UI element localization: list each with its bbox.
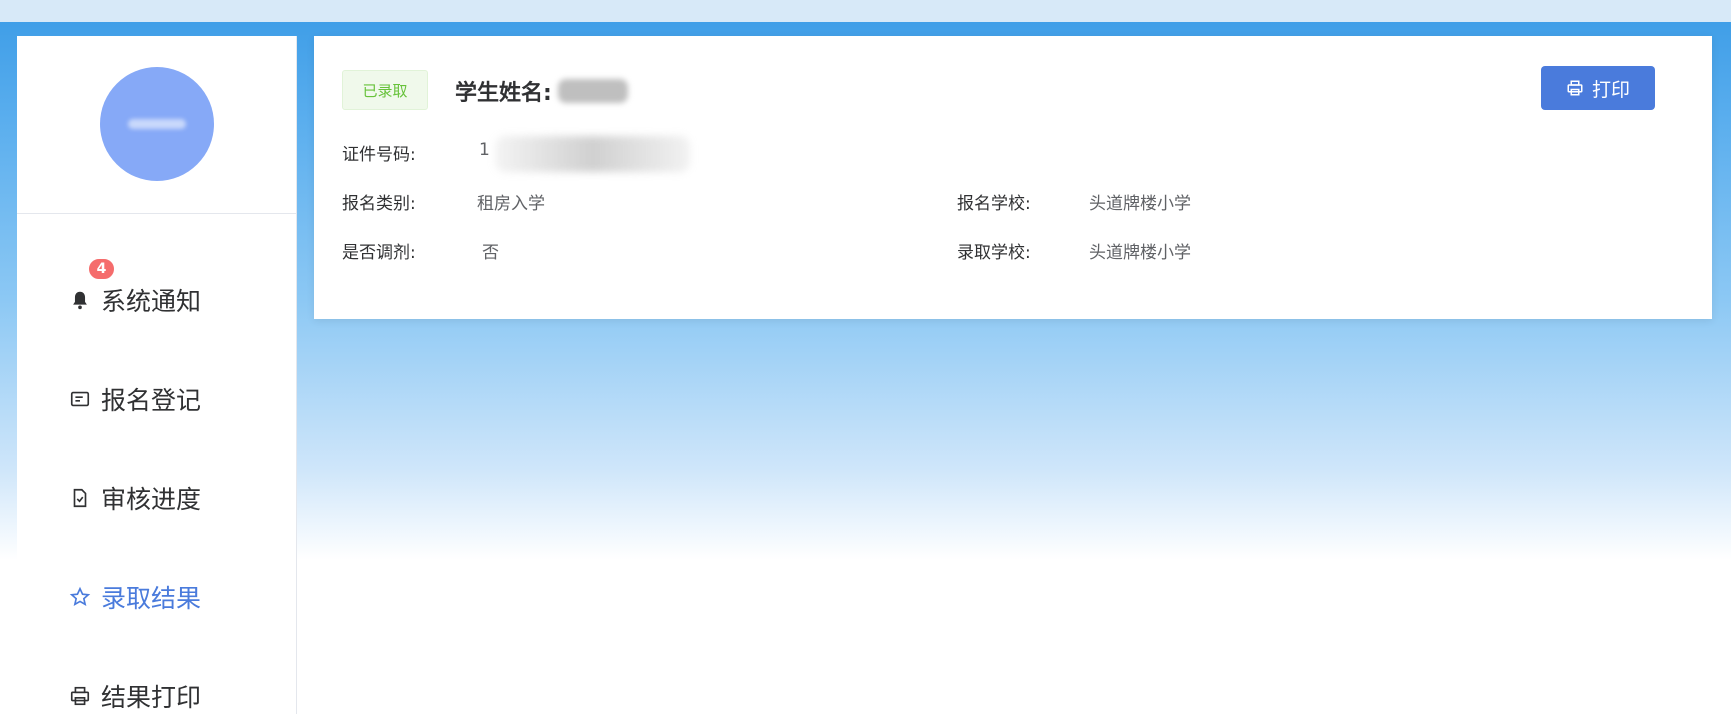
star-icon — [69, 586, 91, 608]
sidebar-item-review-progress[interactable]: 审核进度 — [69, 480, 201, 516]
sidebar-item-notifications[interactable]: 系统通知 — [69, 282, 201, 318]
sidebar-item-label: 系统通知 — [101, 287, 202, 316]
adjust-value: 否 — [482, 243, 499, 263]
sidebar: 4 系统通知 报名登记 审核进度 录取结果 结果打印 — [17, 36, 297, 714]
printer-icon — [69, 685, 91, 707]
student-name-label: 学生姓名: — [455, 81, 552, 106]
sidebar-item-registration[interactable]: 报名登记 — [69, 381, 201, 417]
avatar-redacted-text — [128, 119, 186, 129]
id-number-redacted — [495, 136, 690, 172]
notification-badge: 4 — [88, 258, 115, 280]
id-card-icon — [69, 388, 91, 410]
sidebar-item-label: 录取结果 — [101, 584, 202, 613]
document-check-icon — [69, 487, 91, 509]
id-number-value: 1 — [479, 140, 490, 160]
printer-icon — [1567, 80, 1583, 96]
school-value: 头道牌楼小学 — [1089, 194, 1191, 214]
print-button-label: 打印 — [1591, 79, 1630, 101]
admitted-school-value: 头道牌楼小学 — [1089, 243, 1191, 263]
student-name-redacted — [557, 79, 628, 103]
admitted-school-label: 录取学校: — [957, 243, 1031, 263]
sidebar-item-label: 结果打印 — [101, 683, 202, 712]
sidebar-item-admission-result[interactable]: 录取结果 — [69, 579, 201, 615]
category-label: 报名类别: — [342, 194, 416, 214]
status-badge: 已录取 — [342, 70, 428, 110]
school-label: 报名学校: — [957, 194, 1031, 214]
category-value: 租房入学 — [477, 194, 545, 214]
bell-icon — [69, 289, 91, 311]
avatar — [100, 67, 214, 181]
id-number-label: 证件号码: — [342, 145, 416, 165]
adjust-label: 是否调剂: — [342, 243, 416, 263]
avatar-area — [17, 36, 296, 214]
top-band — [0, 0, 1731, 22]
sidebar-item-print-result[interactable]: 结果打印 — [69, 678, 201, 714]
admission-result-card: 已录取 学生姓名: 打印 证件号码: 1 报名类别: 租房入学 报名学校: 头道… — [314, 36, 1712, 319]
sidebar-item-label: 报名登记 — [101, 386, 202, 415]
student-name: 学生姓名: — [455, 75, 628, 107]
sidebar-item-label: 审核进度 — [101, 485, 202, 514]
print-button[interactable]: 打印 — [1541, 66, 1655, 110]
